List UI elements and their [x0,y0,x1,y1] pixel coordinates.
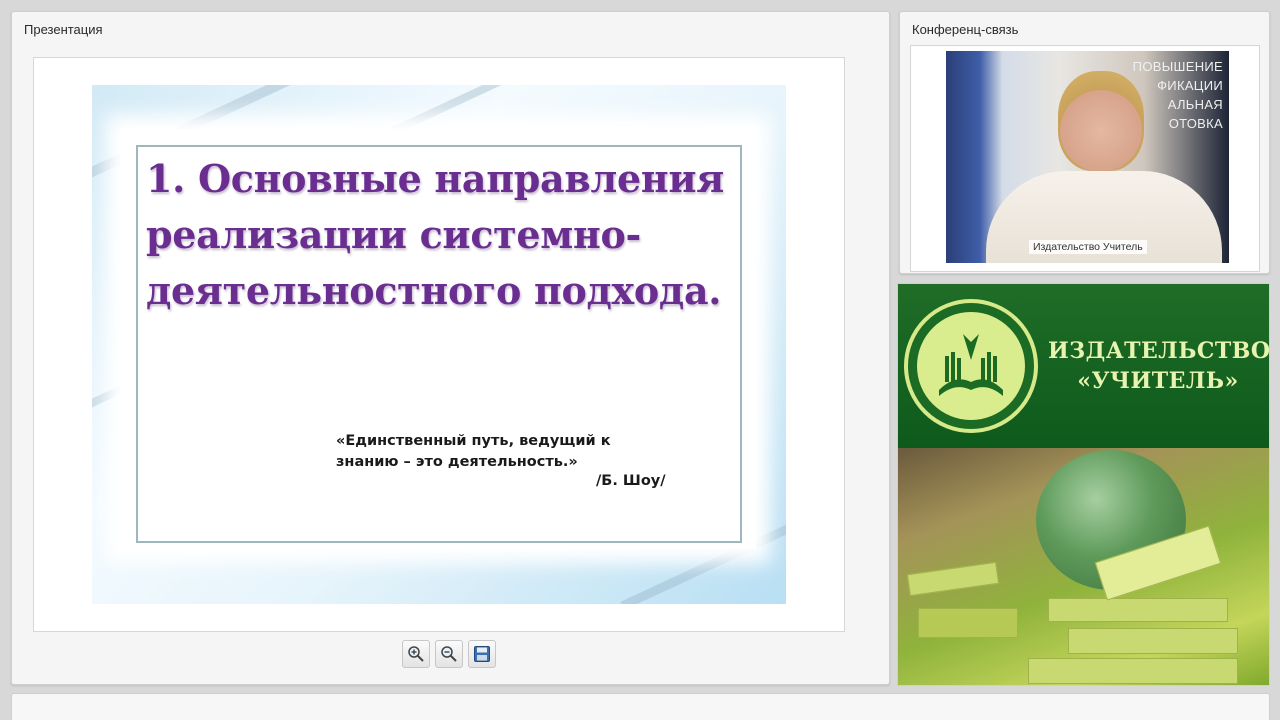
book-image [1068,628,1238,654]
video-stream[interactable]: ПОВЫШЕНИЕ ФИКАЦИИ АЛЬНАЯ ОТОВКА Издатель… [946,51,1229,263]
publisher-banner[interactable]: ИЗДАТЕЛЬСТВО «УЧИТЕЛЬ» [897,283,1270,686]
save-button[interactable] [468,640,496,668]
video-speaker-head [1058,71,1144,171]
book-image [1048,598,1228,622]
banner-image [898,448,1269,685]
save-icon [474,646,490,662]
banner-title: ИЗДАТЕЛЬСТВО «УЧИТЕЛЬ» [1048,336,1270,396]
zoom-out-button[interactable] [435,640,463,668]
presentation-toolbar [402,640,502,670]
slide: 1. Основные направления реализации систе… [92,85,786,604]
banner-title-line1: ИЗДАТЕЛЬСТВО [1048,338,1270,364]
book-image [906,561,1000,597]
video-frame: ПОВЫШЕНИЕ ФИКАЦИИ АЛЬНАЯ ОТОВКА Издатель… [910,45,1260,272]
conference-panel: Конференц-связь ПОВЫШЕНИЕ ФИКАЦИИ АЛЬНАЯ… [899,11,1270,274]
logo-inner [917,312,1025,420]
presentation-panel: Презентация 1. Основные направления реал… [11,11,890,685]
slide-frame: 1. Основные направления реализации систе… [33,57,845,632]
banner-title-line2: «УЧИТЕЛЬ» [1077,368,1239,394]
presentation-panel-title: Презентация [24,22,103,37]
zoom-in-button[interactable] [402,640,430,668]
book-image [918,608,1018,638]
publisher-logo-icon [904,299,1038,433]
slide-quote-author: /Б. Шоу/ [596,473,666,489]
video-caption: Издательство Учитель [1029,240,1147,254]
slide-content-box: 1. Основные направления реализации систе… [136,145,742,543]
footer-bar [11,693,1270,720]
slide-quote: «Единственный путь, ведущий к знанию – э… [336,433,611,470]
slide-heading: 1. Основные направления реализации систе… [146,156,724,313]
zoom-in-icon [408,646,424,662]
zoom-out-icon [441,646,457,662]
open-book-logo-icon [939,334,1003,396]
conference-panel-title: Конференц-связь [912,22,1019,37]
book-image [1028,658,1238,684]
banner-header: ИЗДАТЕЛЬСТВО «УЧИТЕЛЬ» [898,284,1270,448]
